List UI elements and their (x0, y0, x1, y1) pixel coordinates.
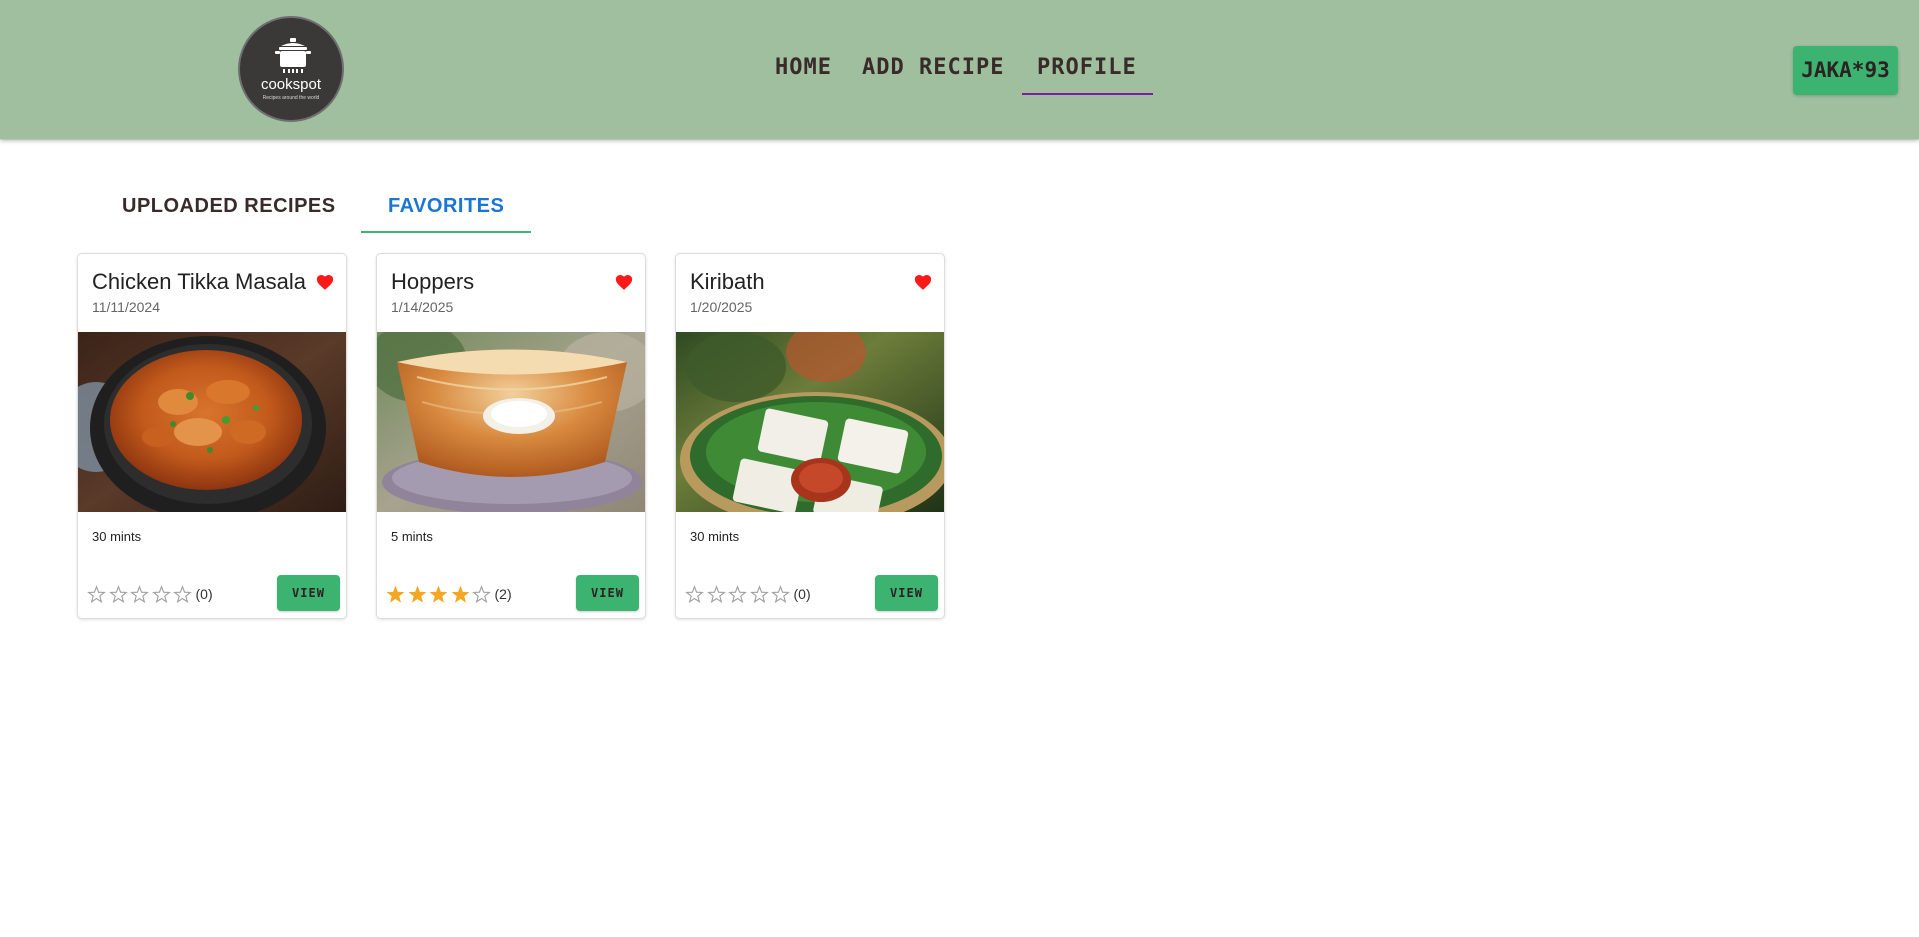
star-icon[interactable] (472, 585, 491, 604)
tab-active-indicator (361, 231, 531, 233)
recipe-title: Hoppers (391, 269, 475, 294)
recipe-card: Kiribath 1/20/2025 30 mints (0) VIEW (675, 253, 945, 619)
star-icon[interactable] (87, 585, 106, 604)
star-icon[interactable] (451, 585, 470, 604)
star-icon[interactable] (728, 585, 747, 604)
star-icon[interactable] (685, 585, 704, 604)
nav-active-indicator (1022, 93, 1153, 95)
star-icon[interactable] (707, 585, 726, 604)
star-icon[interactable] (771, 585, 790, 604)
rating-count: (0) (195, 586, 213, 602)
favorite-heart-icon[interactable] (614, 273, 634, 292)
recipe-date: 1/20/2025 (690, 299, 753, 315)
app-bar: cookspot Recipes around the world HOME A… (0, 0, 1919, 139)
view-recipe-button[interactable]: VIEW (277, 575, 340, 611)
star-icon[interactable] (173, 585, 192, 604)
kiribath-image (676, 332, 944, 512)
nav-home[interactable]: HOME (775, 55, 832, 80)
recipe-cook-time: 5 mints (391, 529, 433, 544)
recipe-date: 11/11/2024 (92, 299, 160, 315)
recipe-cook-time: 30 mints (92, 529, 142, 544)
star-rating[interactable]: (0) (87, 584, 213, 604)
star-icon[interactable] (386, 585, 405, 604)
favorite-heart-icon[interactable] (315, 273, 335, 292)
tab-favorites[interactable]: FAVORITES (388, 195, 504, 218)
nav-profile[interactable]: PROFILE (1037, 55, 1137, 80)
chicken-tikka-masala-image (78, 332, 346, 512)
logo-brand-name: cookspot (260, 76, 322, 93)
tab-uploaded-recipes[interactable]: UPLOADED RECIPES (122, 195, 336, 218)
view-recipe-button[interactable]: VIEW (576, 575, 639, 611)
cooking-pot-icon (275, 38, 311, 73)
logo-tagline: Recipes around the world (262, 95, 320, 101)
star-icon[interactable] (109, 585, 128, 604)
recipe-card: Hoppers 1/14/2025 5 mints (2) VIEW (376, 253, 646, 619)
recipe-card: Chicken Tikka Masala 11/11/2024 30 mints… (77, 253, 347, 619)
view-recipe-button[interactable]: VIEW (875, 575, 938, 611)
favorite-heart-icon[interactable] (913, 273, 933, 292)
star-rating[interactable]: (0) (685, 584, 811, 604)
star-icon[interactable] (408, 585, 427, 604)
nav-add-recipe[interactable]: ADD RECIPE (862, 55, 1004, 80)
recipe-date: 1/14/2025 (391, 299, 454, 315)
star-icon[interactable] (130, 585, 149, 604)
recipe-title: Chicken Tikka Masala (92, 269, 306, 294)
hoppers-image (377, 332, 645, 512)
cookspot-logo[interactable]: cookspot Recipes around the world (238, 16, 344, 122)
star-icon[interactable] (750, 585, 769, 604)
rating-count: (0) (793, 586, 811, 602)
rating-count: (2) (494, 586, 512, 602)
star-icon[interactable] (429, 585, 448, 604)
star-icon[interactable] (152, 585, 171, 604)
user-account-button[interactable]: JAKA*93 (1793, 46, 1898, 95)
recipe-cook-time: 30 mints (690, 529, 740, 544)
star-rating[interactable]: (2) (386, 584, 512, 604)
recipe-title: Kiribath (690, 269, 765, 294)
